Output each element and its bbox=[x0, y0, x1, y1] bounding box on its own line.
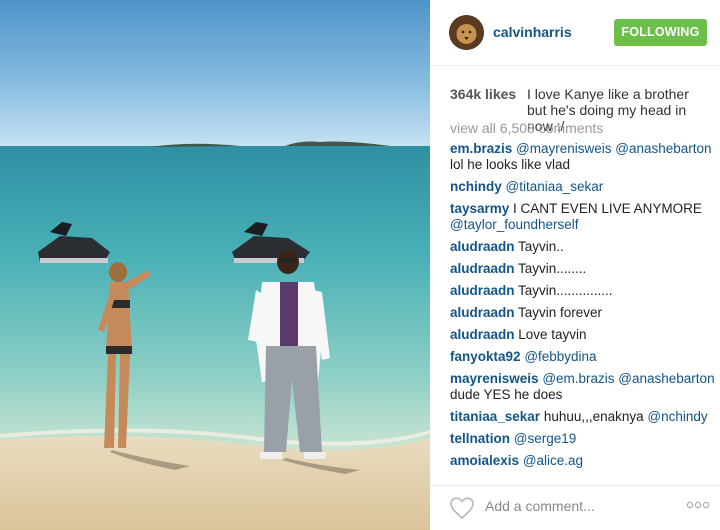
post-header: calvinharris FOLLOWING bbox=[430, 0, 720, 66]
beach-photo-image bbox=[0, 0, 430, 530]
comment-mention[interactable]: @alice.ag bbox=[523, 453, 583, 468]
comment-item: fanyokta92 @febbydina bbox=[450, 349, 718, 365]
lion-avatar[interactable] bbox=[449, 15, 484, 50]
comment-mention[interactable]: @nchindy bbox=[647, 409, 707, 424]
comment-mention[interactable]: @taylor_foundherself bbox=[450, 217, 579, 232]
comment-mention[interactable]: @serge19 bbox=[514, 431, 577, 446]
add-comment-input[interactable]: Add a comment... bbox=[485, 498, 595, 514]
comment-mention[interactable]: @em.brazis @anashebarton bbox=[542, 371, 714, 386]
more-options-icon[interactable] bbox=[686, 501, 710, 509]
comment-text: huhuu,,,enaknya bbox=[540, 409, 648, 424]
comment-author[interactable]: em.brazis bbox=[450, 141, 512, 156]
comment-author[interactable]: titaniaa_sekar bbox=[450, 409, 540, 424]
comment-author[interactable]: taysarmy bbox=[450, 201, 509, 216]
comment-author[interactable]: aludraadn bbox=[450, 327, 515, 342]
comment-author[interactable]: amoialexis bbox=[450, 453, 519, 468]
comment-item: em.brazis @mayrenisweis @anashebarton lo… bbox=[450, 141, 718, 173]
comment-text-after: lol he looks like vlad bbox=[450, 157, 571, 172]
comment-author[interactable]: aludraadn bbox=[450, 305, 515, 320]
post-side-panel: calvinharris FOLLOWING 364k likes I love… bbox=[430, 0, 720, 530]
following-button[interactable]: FOLLOWING bbox=[614, 19, 707, 46]
comment-item: aludraadn Tayvin forever bbox=[450, 305, 718, 321]
comments-list: em.brazis @mayrenisweis @anashebarton lo… bbox=[450, 141, 718, 475]
post-footer: Add a comment... bbox=[430, 485, 720, 530]
comment-mention[interactable]: @mayrenisweis @anashebarton bbox=[516, 141, 712, 156]
heart-icon[interactable] bbox=[449, 496, 475, 520]
comment-item: tellnation @serge19 bbox=[450, 431, 718, 447]
comment-item: amoialexis @alice.ag bbox=[450, 453, 718, 469]
comment-author[interactable]: fanyokta92 bbox=[450, 349, 521, 364]
likes-count[interactable]: 364k likes bbox=[450, 86, 516, 102]
comment-author[interactable]: aludraadn bbox=[450, 283, 515, 298]
comment-item: nchindy @titaniaa_sekar bbox=[450, 179, 718, 195]
comment-author[interactable]: nchindy bbox=[450, 179, 502, 194]
comment-item: aludraadn Love tayvin bbox=[450, 327, 718, 343]
comment-item: aludraadn Tayvin............... bbox=[450, 283, 718, 299]
comment-text: I CANT EVEN LIVE ANYMORE bbox=[509, 201, 702, 216]
comment-item: titaniaa_sekar huhuu,,,enaknya @nchindy bbox=[450, 409, 718, 425]
comment-mention[interactable]: @titaniaa_sekar bbox=[506, 179, 604, 194]
comment-item: aludraadn Tayvin.. bbox=[450, 239, 718, 255]
comment-text: Tayvin............... bbox=[514, 283, 613, 298]
comment-item: aludraadn Tayvin........ bbox=[450, 261, 718, 277]
comment-text: Tayvin forever bbox=[514, 305, 603, 320]
comment-item: taysarmy I CANT EVEN LIVE ANYMORE @taylo… bbox=[450, 201, 718, 233]
view-all-comments-link[interactable]: view all 6,508 comments bbox=[450, 120, 603, 136]
lion-avatar-icon bbox=[449, 15, 484, 50]
comment-mention[interactable]: @febbydina bbox=[524, 349, 596, 364]
post-username[interactable]: calvinharris bbox=[493, 24, 572, 40]
comment-author[interactable]: mayrenisweis bbox=[450, 371, 539, 386]
comment-text: Love tayvin bbox=[514, 327, 587, 342]
comment-text: Tayvin........ bbox=[514, 261, 587, 276]
comment-text-after: dude YES he does bbox=[450, 387, 563, 402]
post-photo[interactable] bbox=[0, 0, 430, 530]
comment-item: mayrenisweis @em.brazis @anashebarton du… bbox=[450, 371, 718, 403]
comment-text: Tayvin.. bbox=[514, 239, 564, 254]
comment-author[interactable]: aludraadn bbox=[450, 261, 515, 276]
comment-author[interactable]: tellnation bbox=[450, 431, 510, 446]
comment-author[interactable]: aludraadn bbox=[450, 239, 515, 254]
